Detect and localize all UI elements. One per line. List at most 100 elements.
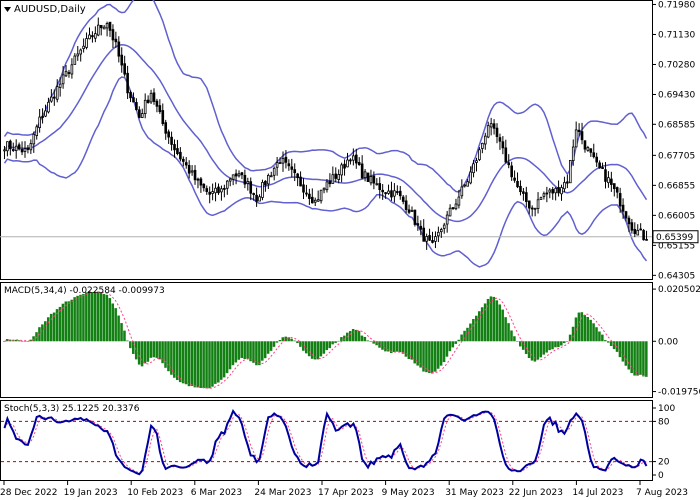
- candle-body: [407, 209, 411, 213]
- candle-body: [269, 175, 273, 178]
- macd-bar: [219, 341, 223, 380]
- macd-bar: [266, 341, 270, 354]
- xtick-label: 6 Mar 2023: [191, 488, 242, 498]
- xtick-label: 31 May 2023: [445, 488, 504, 498]
- macd-bar: [334, 341, 337, 343]
- macd-bar: [79, 294, 82, 342]
- candle-body: [234, 173, 238, 177]
- macd-bar: [88, 291, 91, 342]
- macd-bar: [642, 341, 645, 377]
- macd-bar: [392, 341, 396, 353]
- candle-body: [589, 148, 593, 153]
- candle-body: [378, 183, 382, 191]
- candle-body: [384, 192, 387, 195]
- title-dropdown-icon[interactable]: [4, 7, 11, 12]
- candle-body: [621, 204, 625, 212]
- macd-bar: [580, 312, 584, 342]
- candle-body: [568, 159, 572, 184]
- xtick-label: 7 Aug 2023: [636, 488, 688, 498]
- candle-body: [527, 200, 531, 209]
- chart-title: AUDUSD,Daily: [14, 4, 86, 15]
- candle-body: [255, 194, 258, 202]
- candle-body: [592, 152, 596, 158]
- macd-bar: [357, 331, 361, 342]
- candle-body: [633, 228, 637, 235]
- candle-body: [117, 41, 121, 57]
- macd-bar: [621, 341, 625, 362]
- candle-body: [32, 133, 36, 145]
- candle-body: [202, 183, 206, 189]
- candle-body: [507, 162, 511, 166]
- candle-body: [246, 181, 250, 184]
- macd-bar: [322, 341, 326, 354]
- candle-body: [14, 145, 18, 151]
- macd-bar: [448, 341, 452, 352]
- macd-ytick-label: -0.019756: [658, 388, 700, 398]
- macd-bar: [149, 341, 153, 358]
- macd-bar: [243, 341, 246, 360]
- macd-bar: [175, 341, 179, 381]
- macd-bar: [431, 341, 434, 374]
- candle-body: [366, 172, 370, 182]
- candle-body: [457, 196, 461, 206]
- macd-bar: [190, 341, 194, 386]
- candle-body: [349, 159, 352, 162]
- candle-body: [542, 193, 546, 197]
- macd-bar: [67, 301, 71, 342]
- macd-bar: [217, 341, 220, 383]
- macd-bar: [504, 317, 507, 342]
- macd-bar: [554, 341, 557, 348]
- macd-bar: [606, 341, 610, 343]
- macd-bar: [495, 300, 499, 342]
- candle-body: [284, 156, 288, 163]
- macd-bar: [111, 303, 115, 342]
- candle-body: [624, 211, 628, 219]
- candle-body: [126, 72, 129, 94]
- macd-bar: [278, 340, 282, 342]
- candle-body: [369, 176, 373, 184]
- price-ytick-label: 0.70280: [658, 60, 695, 70]
- macd-bar: [293, 340, 296, 342]
- price-ytick-label: 0.71130: [658, 30, 695, 40]
- candle-body: [381, 189, 384, 193]
- candle-body: [196, 178, 200, 181]
- macd-bar: [360, 335, 364, 342]
- macd-bar: [595, 327, 598, 342]
- macd-bar: [507, 323, 510, 342]
- candle-body: [243, 174, 247, 185]
- macd-bar: [46, 317, 50, 342]
- macd-bar: [609, 341, 613, 346]
- xtick-label: 10 Feb 2023: [127, 488, 183, 498]
- candle-body: [439, 229, 443, 233]
- candle-body: [615, 187, 619, 193]
- candle-body: [167, 131, 170, 138]
- macd-bar: [173, 341, 176, 378]
- macd-bar: [413, 341, 416, 364]
- candle-body: [249, 181, 253, 194]
- macd-bar: [222, 341, 226, 378]
- macd-bar: [639, 341, 642, 375]
- candle-body: [26, 147, 30, 150]
- candle-body: [140, 113, 144, 118]
- macd-bar: [214, 341, 217, 384]
- macd-bar: [562, 341, 566, 344]
- candle-body: [179, 151, 182, 160]
- candle-body: [199, 178, 203, 186]
- macd-bar: [627, 341, 631, 370]
- macd-bar: [193, 341, 197, 388]
- candle-body: [410, 210, 414, 212]
- macd-bar: [184, 341, 188, 385]
- macd-bar: [516, 341, 519, 342]
- macd-bar: [475, 315, 478, 342]
- macd-bar: [439, 341, 443, 366]
- candle-body: [413, 209, 417, 225]
- macd-bar: [363, 336, 367, 342]
- macd-bar: [313, 341, 317, 360]
- macd-bar: [398, 341, 402, 353]
- candle-body: [64, 70, 68, 77]
- xtick-label: 14 Jul 2023: [572, 488, 623, 498]
- candle-body: [466, 181, 470, 187]
- macd-bar: [539, 341, 543, 358]
- candle-body: [560, 187, 563, 195]
- candle-body: [472, 163, 475, 174]
